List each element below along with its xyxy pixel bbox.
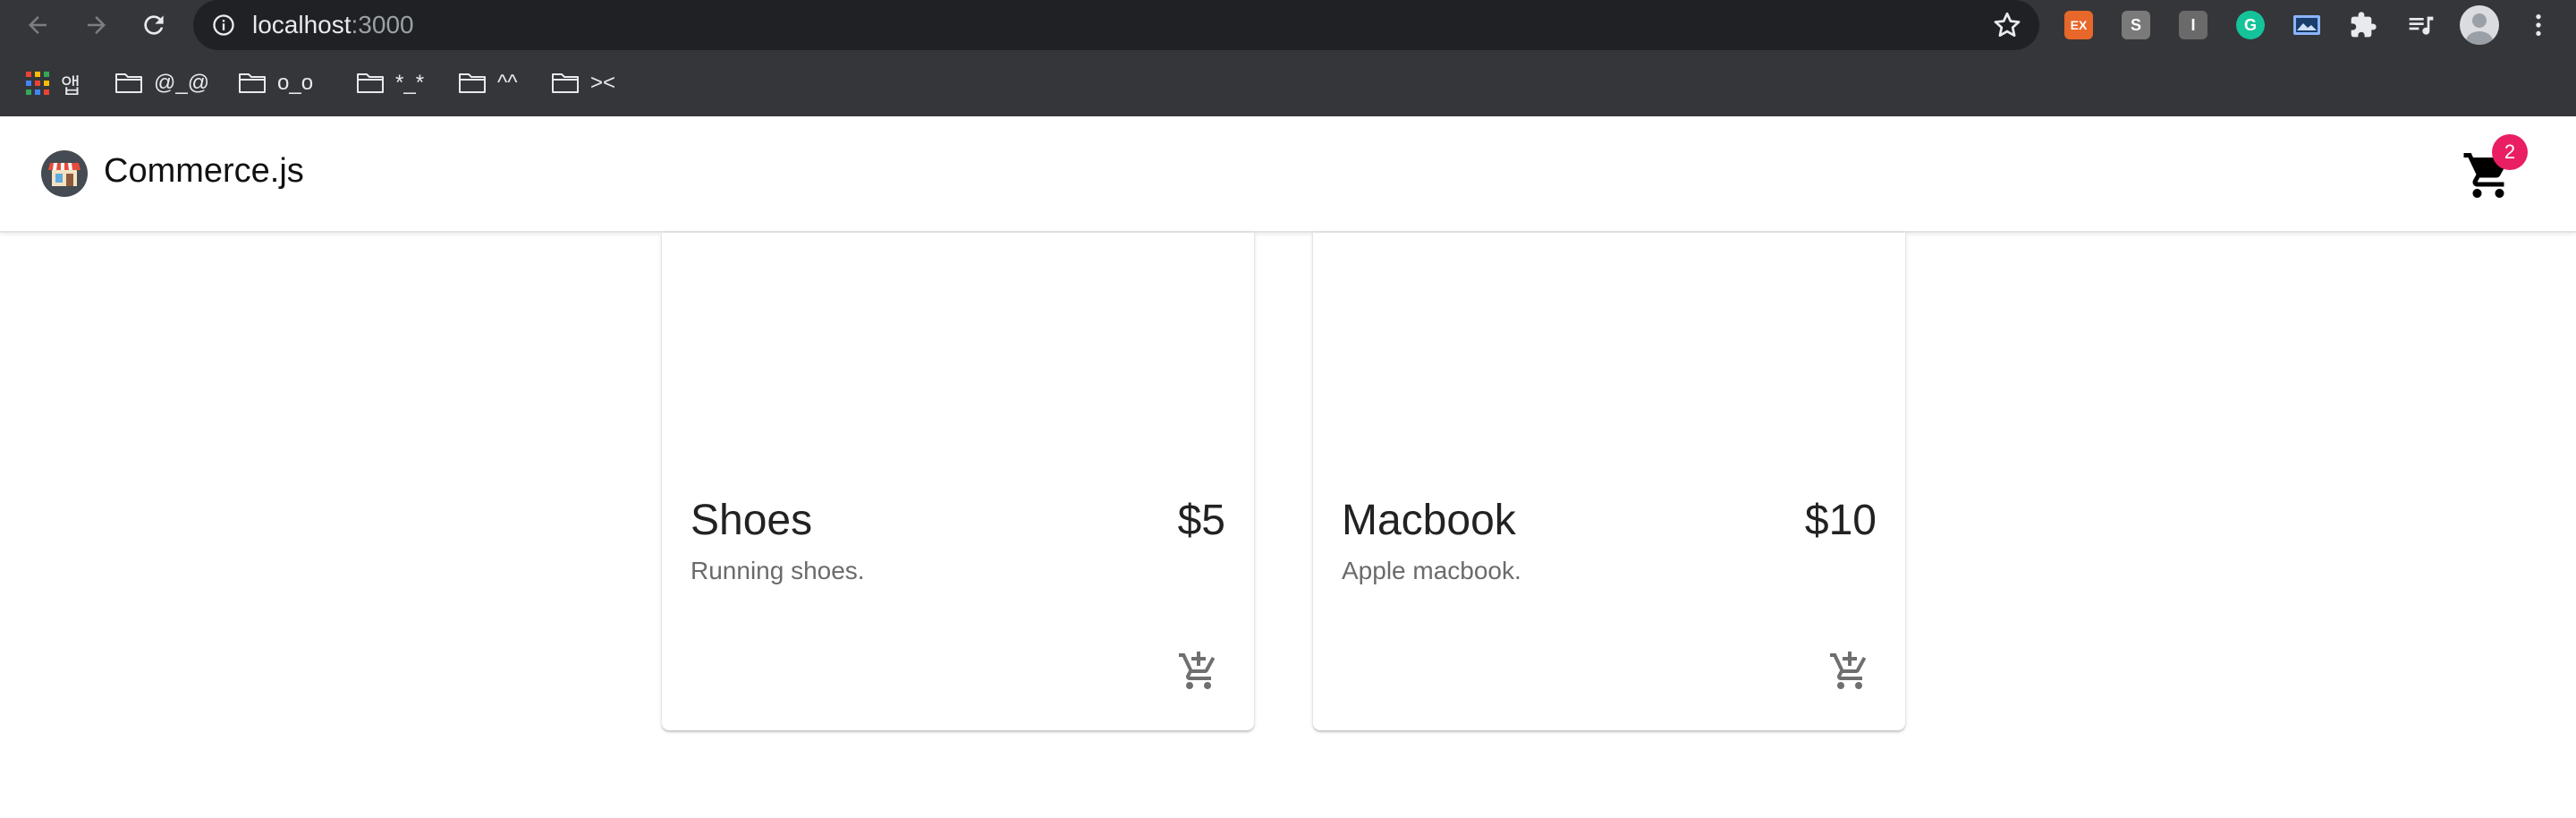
product-description: Running shoes. <box>691 557 865 584</box>
folder-icon <box>552 73 579 93</box>
bookmark-label: ^^ <box>497 71 518 95</box>
i-extension-icon[interactable]: I <box>2179 11 2207 39</box>
grammarly-extension-label: G <box>2243 15 2257 34</box>
product-name: Macbook <box>1342 497 1516 544</box>
bookmark-folder[interactable]: >< <box>551 68 615 98</box>
bookmark-label: *_* <box>395 71 425 95</box>
bookmark-folder[interactable]: o_o <box>238 68 313 98</box>
media-queue-icon[interactable] <box>2406 11 2436 39</box>
storefront-icon <box>48 163 80 186</box>
grammarly-extension-icon[interactable]: G <box>2236 11 2265 39</box>
folder-icon <box>115 73 142 93</box>
bookmark-star-icon[interactable] <box>1991 9 2023 41</box>
bookmark-label: >< <box>590 71 616 95</box>
brand-title[interactable]: Commerce.js <box>104 152 304 191</box>
extensions-puzzle-icon[interactable] <box>2349 11 2377 39</box>
bookmark-folder[interactable]: @_@ <box>114 68 209 98</box>
bookmark-label: o_o <box>277 71 314 95</box>
app-header: Commerce.js 2 <box>0 116 2576 233</box>
reload-icon <box>144 15 164 35</box>
back-button[interactable] <box>13 0 63 50</box>
kebab-menu-icon[interactable] <box>2524 11 2553 39</box>
product-image <box>1313 233 1905 474</box>
add-shopping-cart-icon <box>1179 652 1216 689</box>
arrow-right-icon <box>88 16 106 34</box>
folder-icon <box>239 73 266 93</box>
url-host: localhost <box>252 11 352 38</box>
product-card: Macbook $10 Apple macbook. <box>1313 233 1905 730</box>
arrow-left-icon <box>29 16 47 34</box>
ex-extension-icon[interactable]: EX <box>2064 11 2093 39</box>
product-description: Apple macbook. <box>1342 557 1521 584</box>
add-shopping-cart-icon <box>1830 652 1867 689</box>
forward-button[interactable] <box>72 0 122 50</box>
s-extension-icon[interactable]: S <box>2122 11 2150 39</box>
bookmark-label: @_@ <box>154 71 210 95</box>
address-bar[interactable]: localhost:3000 <box>193 0 2039 50</box>
profile-avatar[interactable] <box>2460 5 2499 45</box>
bookmark-apps[interactable]: 앱 <box>25 68 80 98</box>
product-card: Shoes $5 Running shoes. <box>662 233 1254 730</box>
url-port: :3000 <box>351 11 414 38</box>
ex-extension-label: EX <box>2070 18 2088 32</box>
bookmark-folder[interactable]: *_* <box>356 68 424 98</box>
add-to-cart-button[interactable] <box>1828 650 1871 693</box>
folder-icon <box>357 73 384 93</box>
product-name: Shoes <box>691 497 813 544</box>
i-extension-label: I <box>2190 15 2196 34</box>
browser-toolbar: localhost:3000 EX S I G <box>0 0 2576 50</box>
product-image <box>662 233 1254 474</box>
bookmark-folder[interactable]: ^^ <box>458 68 518 98</box>
folder-icon <box>459 73 486 93</box>
store-logo-icon[interactable] <box>41 150 88 197</box>
product-price: $10 <box>1804 497 1877 544</box>
url-text: localhost:3000 <box>252 11 414 39</box>
product-price: $5 <box>1177 497 1225 544</box>
info-icon[interactable] <box>211 13 236 38</box>
image-extension-icon[interactable] <box>2292 11 2322 39</box>
bookmark-label: 앱 <box>61 73 81 98</box>
apps-grid-icon <box>26 72 49 95</box>
cart-count-badge: 2 <box>2492 134 2528 170</box>
person-icon <box>2466 13 2493 45</box>
s-extension-label: S <box>2130 15 2141 34</box>
bookmarks-bar: 앱 @_@ o_o *_* ^^ >< <box>0 50 2576 116</box>
add-to-cart-button[interactable] <box>1177 650 1220 693</box>
reload-button[interactable] <box>129 0 179 50</box>
